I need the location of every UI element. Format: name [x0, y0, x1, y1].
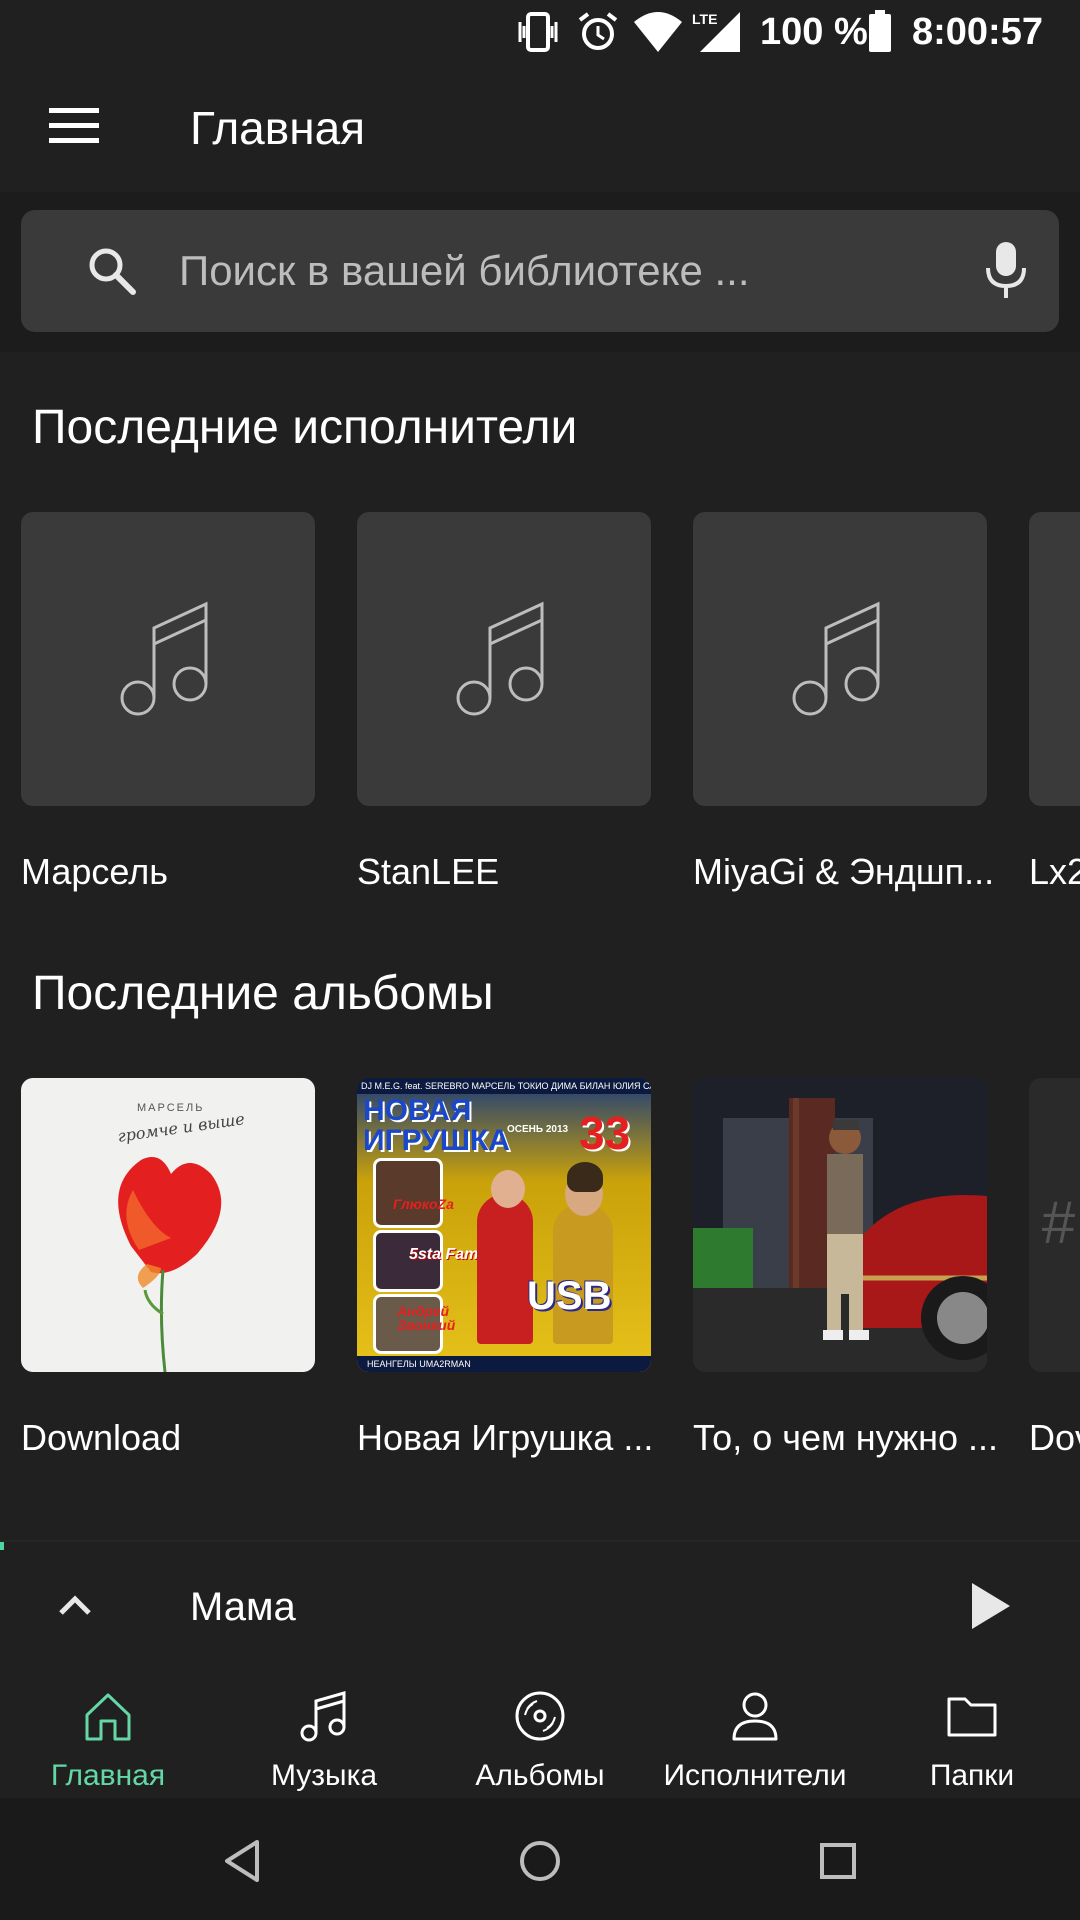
album-name: Новая Игрушка ...	[357, 1417, 654, 1458]
disc-icon	[513, 1686, 567, 1746]
expand-player-button[interactable]	[40, 1572, 110, 1642]
search-icon[interactable]	[85, 244, 139, 303]
rose-illustration	[118, 1157, 222, 1372]
artist-card[interactable]	[1029, 512, 1080, 806]
album-cover-photo-1	[373, 1158, 443, 1228]
chevron-up-icon	[57, 1593, 93, 1622]
svg-text:LTE: LTE	[692, 11, 717, 27]
now-playing-title: Мама	[190, 1585, 296, 1629]
recent-artists-title: Последние исполнители	[32, 401, 578, 454]
home-icon	[81, 1686, 135, 1746]
vibrate-icon	[514, 8, 562, 61]
music-note-icon	[790, 600, 890, 723]
album-cover-season: ОСЕНЬ 2013	[507, 1124, 569, 1135]
search-area	[0, 192, 1080, 352]
album-cover-tag-1: ГлюкoZa	[393, 1196, 454, 1212]
home-button[interactable]	[505, 1828, 575, 1898]
artist-card[interactable]	[357, 512, 651, 806]
album-name: То, о чем нужно ...	[693, 1417, 999, 1458]
nav-label: Музыка	[270, 1759, 378, 1792]
status-bar: LTE 100 % 8:00:57	[0, 0, 1080, 64]
battery-icon	[866, 8, 894, 61]
back-icon	[221, 1838, 261, 1889]
album-cover-bottomline: НЕАНГЕЛЫ UMA2RMAN	[357, 1356, 651, 1372]
wifi-icon	[632, 8, 684, 61]
play-button[interactable]	[950, 1568, 1030, 1648]
cell-signal-icon: LTE	[692, 8, 742, 61]
page-title: Главная	[190, 102, 366, 154]
nav-label: Исполнители	[663, 1759, 847, 1792]
nav-label: Главная	[50, 1759, 166, 1792]
app-bar: Главная	[0, 64, 1080, 192]
search-bar[interactable]	[21, 210, 1059, 332]
album-photo-scene	[693, 1078, 987, 1372]
recents-button[interactable]	[803, 1828, 873, 1898]
nav-item-music[interactable]: Музыка	[238, 1668, 410, 1798]
mic-icon[interactable]	[981, 238, 1031, 307]
album-card[interactable]: PARENTAL ADVISORY	[693, 1078, 987, 1372]
search-input[interactable]	[179, 240, 879, 302]
artist-name: MiyaGi & Эндшп...	[693, 851, 995, 892]
back-button[interactable]	[206, 1828, 276, 1898]
play-icon	[968, 1581, 1012, 1636]
artist-name: Марсель	[21, 851, 169, 892]
album-name: Dov	[1029, 1417, 1080, 1458]
music-note-icon	[118, 600, 218, 723]
artist-name: Lx2	[1029, 851, 1080, 892]
album-name: Download	[21, 1417, 182, 1458]
bottom-navigation: Главная Музыка Альбомы Исполнители Папки	[0, 1668, 1080, 1798]
person-icon	[730, 1686, 780, 1746]
album-cover-tag-4: USB	[527, 1274, 612, 1318]
recents-icon	[818, 1841, 858, 1886]
music-note-icon	[454, 600, 554, 723]
album-card[interactable]: МАРСЕЛЬ громче и выше	[21, 1078, 315, 1372]
album-cover-number: 33	[579, 1107, 631, 1159]
battery-percent: 100 %	[760, 11, 868, 53]
album-card[interactable]: #	[1029, 1078, 1080, 1372]
hamburger-menu-icon	[49, 107, 99, 149]
artist-name: StanLEE	[357, 851, 500, 892]
alarm-icon	[574, 8, 622, 61]
mini-player[interactable]: Мама	[0, 1540, 1080, 1668]
recent-albums-title: Последние альбомы	[32, 967, 494, 1020]
nav-item-artists[interactable]: Исполнители	[655, 1668, 855, 1798]
home-circle-icon	[518, 1839, 562, 1888]
album-cover-hash: #	[1041, 1189, 1075, 1256]
nav-label: Альбомы	[475, 1759, 605, 1792]
artist-card[interactable]	[21, 512, 315, 806]
system-navigation-bar	[0, 1798, 1080, 1920]
nav-label: Папки	[929, 1759, 1015, 1792]
nav-item-albums[interactable]: Альбомы	[454, 1668, 626, 1798]
playback-progress	[0, 1542, 4, 1550]
recent-albums-row: МАРСЕЛЬ громче и выше DJ M.E.G. feat. SE…	[0, 1078, 1080, 1378]
recent-artists-row	[0, 512, 1080, 812]
album-cover-people	[467, 1154, 647, 1354]
nav-item-home[interactable]: Главная	[22, 1668, 194, 1798]
album-card[interactable]: DJ M.E.G. feat. SEREBRO МАРСЕЛЬ ТОКИО ДИ…	[357, 1078, 651, 1372]
album-cover-topline: DJ M.E.G. feat. SEREBRO МАРСЕЛЬ ТОКИО ДИ…	[357, 1078, 651, 1094]
clock: 8:00:57	[912, 11, 1043, 53]
music-note-icon	[299, 1686, 349, 1746]
artist-card[interactable]	[693, 512, 987, 806]
folder-icon	[945, 1686, 999, 1746]
nav-item-folders[interactable]: Папки	[886, 1668, 1058, 1798]
menu-button[interactable]	[24, 88, 124, 168]
